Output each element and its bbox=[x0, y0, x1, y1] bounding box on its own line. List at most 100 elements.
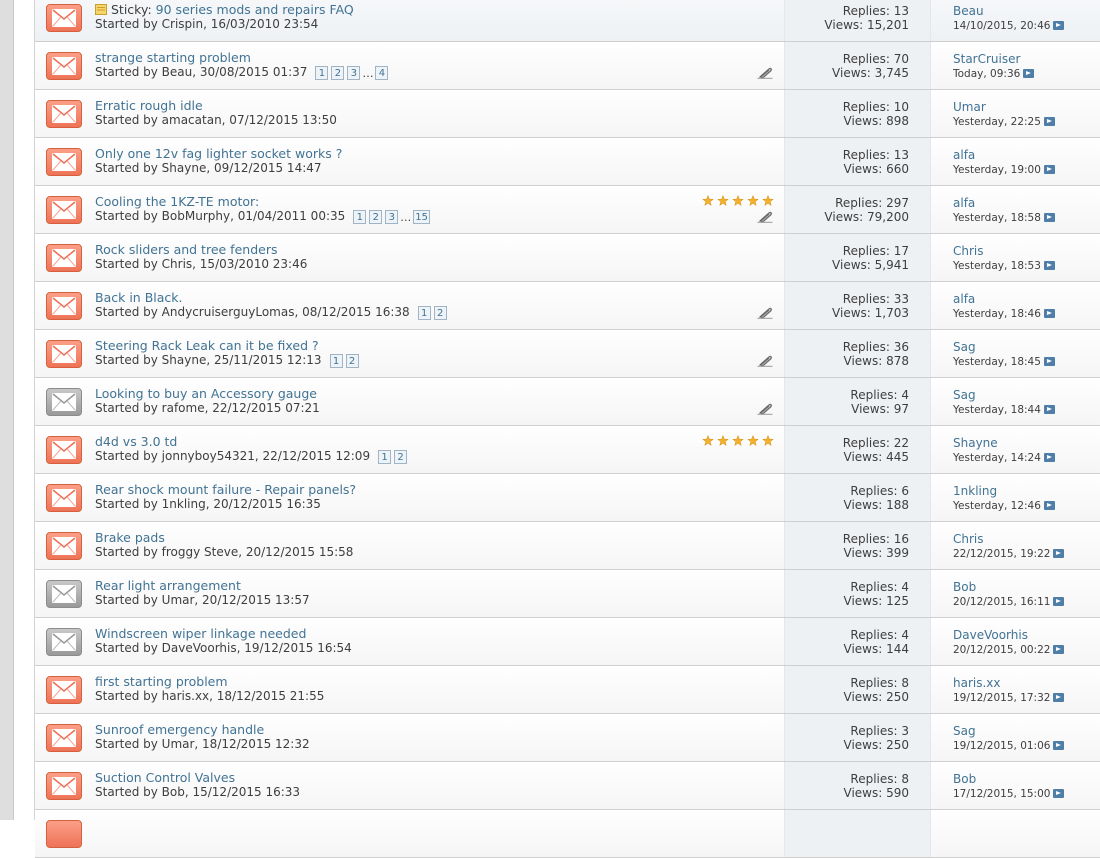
envelope-icon[interactable] bbox=[46, 724, 82, 752]
thread-row[interactable]: Steering Rack Leak can it be fixed ? Star… bbox=[35, 330, 1100, 378]
thread-row[interactable]: Brake pads Started by froggy Steve, 20/12… bbox=[35, 522, 1100, 570]
thread-row[interactable]: Sticky: 90 series mods and repairs FAQ St… bbox=[35, 0, 1100, 42]
thread-row[interactable]: Sunroof emergency handle Started by Umar,… bbox=[35, 714, 1100, 762]
go-to-last-post-icon[interactable] bbox=[1053, 741, 1065, 750]
last-poster-link[interactable]: alfa bbox=[953, 196, 975, 210]
envelope-icon[interactable] bbox=[46, 52, 82, 80]
last-poster-link[interactable]: Chris bbox=[953, 244, 984, 258]
go-to-last-post-icon[interactable] bbox=[1043, 405, 1055, 414]
go-to-last-post-icon[interactable] bbox=[1043, 117, 1055, 126]
thread-title-link[interactable]: Cooling the 1KZ-TE motor: bbox=[95, 194, 259, 209]
envelope-icon[interactable] bbox=[46, 532, 82, 560]
envelope-icon[interactable] bbox=[46, 628, 82, 656]
thread-title-link[interactable]: Steering Rack Leak can it be fixed ? bbox=[95, 338, 319, 353]
go-to-last-post-icon[interactable] bbox=[1043, 261, 1055, 270]
envelope-icon[interactable] bbox=[46, 436, 82, 464]
last-poster-link[interactable]: DaveVoorhis bbox=[953, 628, 1028, 642]
thread-row[interactable]: Only one 12v fag lighter socket works ? S… bbox=[35, 138, 1100, 186]
thread-row[interactable]: Rear light arrangement Started by Umar, 2… bbox=[35, 570, 1100, 618]
envelope-icon[interactable] bbox=[46, 580, 82, 608]
thread-title-link[interactable]: strange starting problem bbox=[95, 50, 251, 65]
last-poster-link[interactable]: Sag bbox=[953, 724, 976, 738]
page-link[interactable]: 1 bbox=[329, 354, 343, 368]
thread-row[interactable]: Suction Control Valves Started by Bob, 15… bbox=[35, 762, 1100, 810]
go-to-last-post-icon[interactable] bbox=[1043, 501, 1055, 510]
last-poster-link[interactable]: Sag bbox=[953, 340, 976, 354]
last-poster-link[interactable]: alfa bbox=[953, 148, 975, 162]
thread-row[interactable]: strange starting problem Started by Beau,… bbox=[35, 42, 1100, 90]
thread-row[interactable]: Rock sliders and tree fenders Started by … bbox=[35, 234, 1100, 282]
page-link[interactable]: 2 bbox=[345, 354, 359, 368]
last-poster-link[interactable]: Sag bbox=[953, 388, 976, 402]
go-to-last-post-icon[interactable] bbox=[1043, 309, 1055, 318]
last-poster-link[interactable]: Bob bbox=[953, 580, 976, 594]
envelope-icon[interactable] bbox=[46, 196, 82, 224]
thread-row[interactable]: Back in Black. Started by AndycruiserguyL… bbox=[35, 282, 1100, 330]
paperclip-icon[interactable] bbox=[757, 306, 773, 322]
thread-row[interactable]: first starting problem Started by haris.x… bbox=[35, 666, 1100, 714]
thread-row[interactable]: Rear shock mount failure - Repair panels… bbox=[35, 474, 1100, 522]
page-link[interactable]: 3 bbox=[385, 210, 399, 224]
thread-row[interactable]: Cooling the 1KZ-TE motor: Started by BobM… bbox=[35, 186, 1100, 234]
thread-title-link[interactable]: Erratic rough idle bbox=[95, 98, 203, 113]
go-to-last-post-icon[interactable] bbox=[1043, 165, 1055, 174]
page-link[interactable]: 1 bbox=[378, 450, 392, 464]
page-link[interactable]: 2 bbox=[369, 210, 383, 224]
page-link[interactable]: 2 bbox=[394, 450, 408, 464]
thread-title-link[interactable]: Only one 12v fag lighter socket works ? bbox=[95, 146, 342, 161]
go-to-last-post-icon[interactable] bbox=[1023, 69, 1035, 78]
envelope-icon[interactable] bbox=[46, 388, 82, 416]
go-to-last-post-icon[interactable] bbox=[1053, 789, 1065, 798]
thread-title-link[interactable]: Rear light arrangement bbox=[95, 578, 241, 593]
thread-title-link[interactable]: Rear shock mount failure - Repair panels… bbox=[95, 482, 356, 497]
thread-title-link[interactable]: Sunroof emergency handle bbox=[95, 722, 264, 737]
last-poster-link[interactable]: Umar bbox=[953, 100, 986, 114]
envelope-icon[interactable] bbox=[46, 4, 82, 32]
last-poster-link[interactable]: Bob bbox=[953, 772, 976, 786]
thread-row[interactable]: Windscreen wiper linkage needed Started b… bbox=[35, 618, 1100, 666]
thread-title-link[interactable]: d4d vs 3.0 td bbox=[95, 434, 177, 449]
page-link[interactable]: 1 bbox=[315, 66, 329, 80]
envelope-icon[interactable] bbox=[46, 148, 82, 176]
page-link[interactable]: 15 bbox=[413, 210, 430, 224]
go-to-last-post-icon[interactable] bbox=[1043, 453, 1055, 462]
last-poster-link[interactable]: Chris bbox=[953, 532, 984, 546]
envelope-icon[interactable] bbox=[46, 772, 82, 800]
paperclip-icon[interactable] bbox=[757, 210, 773, 226]
last-poster-link[interactable]: 1nkling bbox=[953, 484, 997, 498]
envelope-icon[interactable] bbox=[46, 484, 82, 512]
last-poster-link[interactable]: Shayne bbox=[953, 436, 998, 450]
thread-title-link[interactable]: Windscreen wiper linkage needed bbox=[95, 626, 306, 641]
thread-row[interactable]: Looking to buy an Accessory gauge Started… bbox=[35, 378, 1100, 426]
page-link[interactable]: 4 bbox=[375, 66, 389, 80]
envelope-icon[interactable] bbox=[46, 676, 82, 704]
last-poster-link[interactable]: alfa bbox=[953, 292, 975, 306]
last-poster-link[interactable]: StarCruiser bbox=[953, 52, 1020, 66]
go-to-last-post-icon[interactable] bbox=[1043, 357, 1055, 366]
thread-title-link[interactable]: 90 series mods and repairs FAQ bbox=[156, 2, 354, 17]
page-link[interactable]: 1 bbox=[417, 306, 431, 320]
thread-title-link[interactable]: Looking to buy an Accessory gauge bbox=[95, 386, 317, 401]
thread-title-link[interactable]: Suction Control Valves bbox=[95, 770, 235, 785]
go-to-last-post-icon[interactable] bbox=[1043, 213, 1055, 222]
go-to-last-post-icon[interactable] bbox=[1053, 549, 1065, 558]
thread-title-link[interactable]: Back in Black. bbox=[95, 290, 182, 305]
go-to-last-post-icon[interactable] bbox=[1053, 693, 1065, 702]
thread-title-link[interactable]: Brake pads bbox=[95, 530, 165, 545]
go-to-last-post-icon[interactable] bbox=[1053, 645, 1065, 654]
envelope-icon[interactable] bbox=[46, 244, 82, 272]
thread-row[interactable]: d4d vs 3.0 td Started by jonnyboy54321, 2… bbox=[35, 426, 1100, 474]
thread-title-link[interactable]: first starting problem bbox=[95, 674, 228, 689]
go-to-last-post-icon[interactable] bbox=[1053, 21, 1065, 30]
thread-row[interactable]: Erratic rough idle Started by amacatan, 0… bbox=[35, 90, 1100, 138]
envelope-icon[interactable] bbox=[46, 100, 82, 128]
page-link[interactable]: 1 bbox=[353, 210, 367, 224]
page-link[interactable]: 3 bbox=[347, 66, 361, 80]
paperclip-icon[interactable] bbox=[757, 354, 773, 370]
go-to-last-post-icon[interactable] bbox=[1053, 597, 1065, 606]
envelope-icon[interactable] bbox=[46, 292, 82, 320]
page-link[interactable]: 2 bbox=[433, 306, 447, 320]
paperclip-icon[interactable] bbox=[757, 402, 773, 418]
last-poster-link[interactable]: haris.xx bbox=[953, 676, 1001, 690]
paperclip-icon[interactable] bbox=[757, 66, 773, 82]
